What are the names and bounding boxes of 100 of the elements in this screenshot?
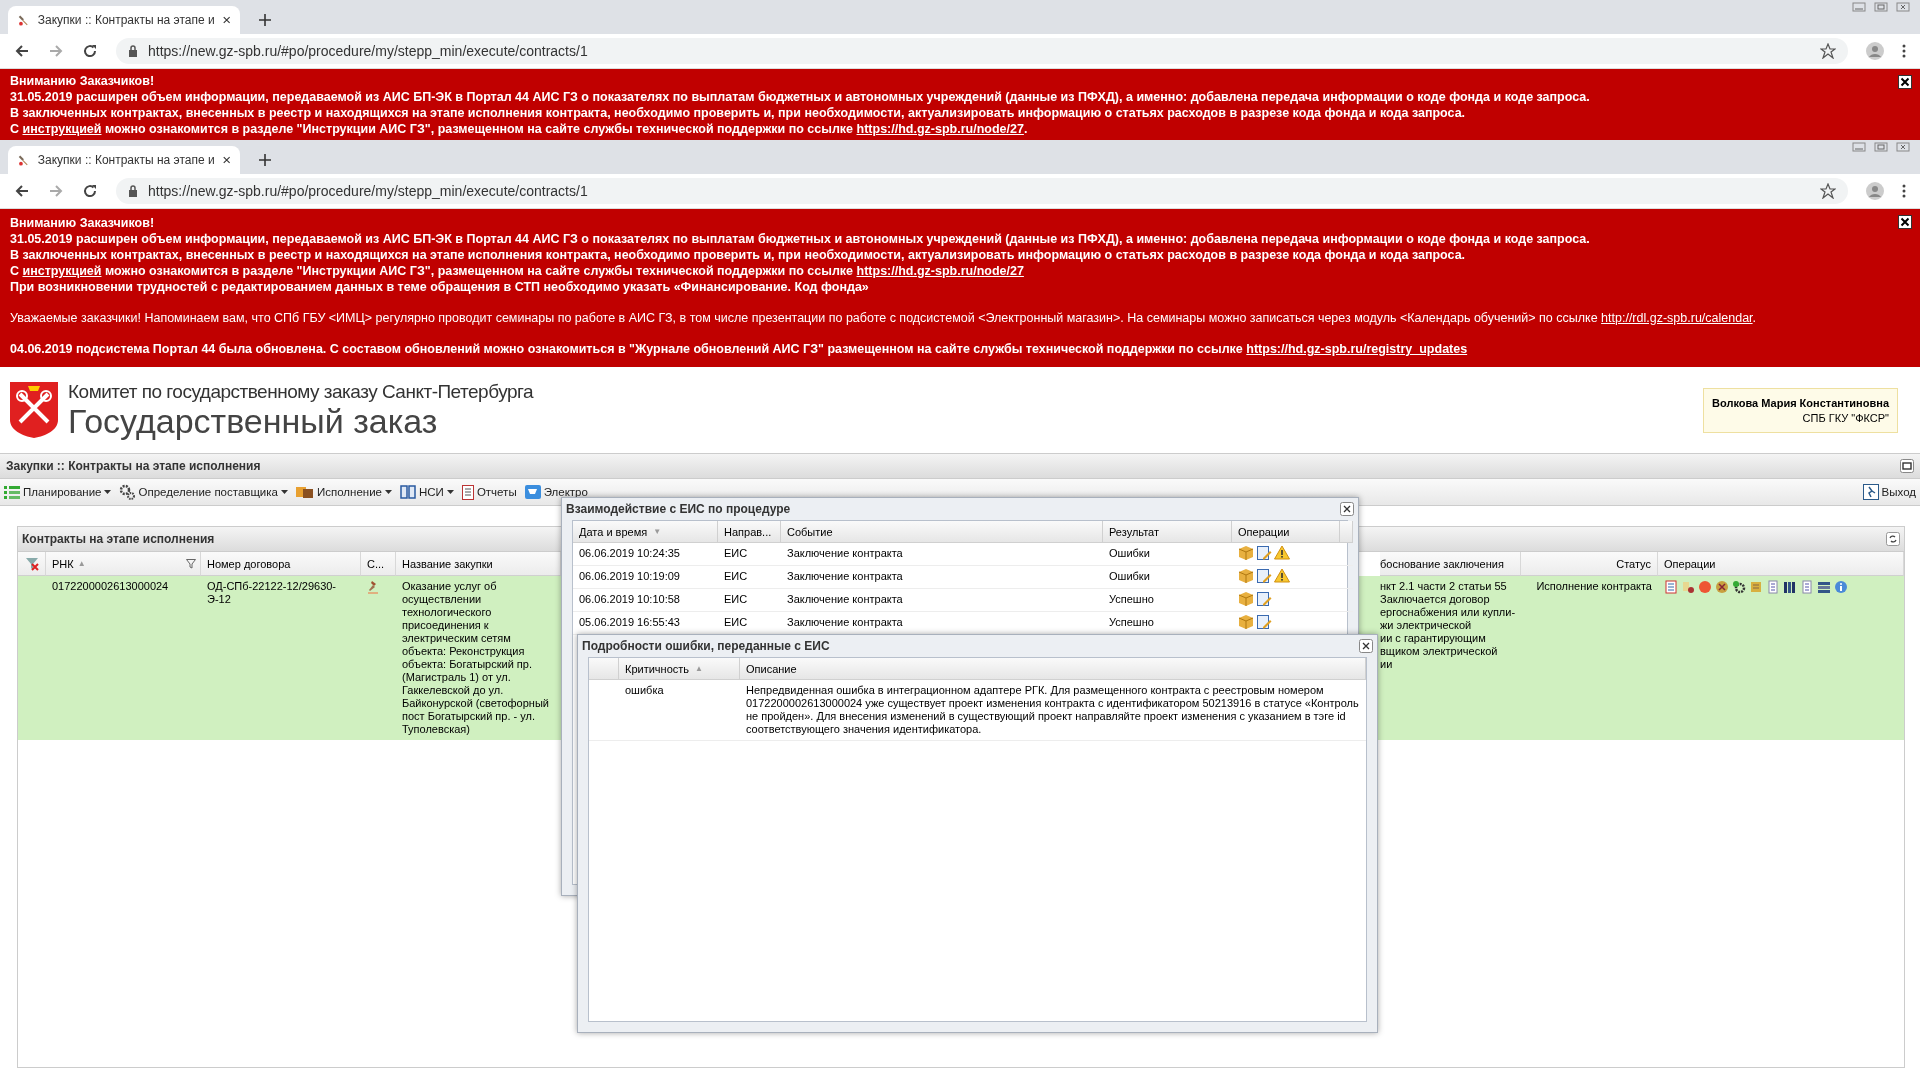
- warning-icon[interactable]: [1274, 568, 1290, 583]
- table-cell: Заключение контракта: [787, 547, 903, 559]
- maximize-icon[interactable]: [1900, 459, 1914, 473]
- column-header[interactable]: Направ...: [718, 521, 781, 543]
- address-field[interactable]: https://new.gz-spb.ru/#po/procedure/my/stepp_min/execute/contracts/1: [116, 178, 1848, 204]
- column-header[interactable]: Операции: [1232, 521, 1340, 543]
- column-header[interactable]: РНК ▲: [46, 552, 201, 576]
- column-header[interactable]: Номер договора: [201, 552, 361, 576]
- close-icon[interactable]: [222, 15, 230, 25]
- notice-text: Уважаемые заказчики! Напоминаем вам, что СПб ГБУ <ИМЦ> регулярно проводит семинары по работе в АИС ГЗ, в том числе презентации по работе с подсистемой <Электронный магазин>. На семинары можно записаться через модуль <Календарь обучений> по ссылке http://rdl.gz-spb.ru/calendar.: [10, 310, 1758, 326]
- stamp-icon[interactable]: [1681, 580, 1695, 594]
- table-cell: 05.06.2019 16:55:43: [579, 616, 680, 628]
- table-cell: ЕИС: [724, 570, 748, 582]
- column-header[interactable]: Описание: [740, 658, 1366, 680]
- edit-icon[interactable]: [1256, 591, 1272, 607]
- table-cell: 06.06.2019 10:10:58: [579, 593, 680, 605]
- address-field[interactable]: https://new.gz-spb.ru/#po/procedure/my/stepp_min/execute/contracts/1: [116, 38, 1848, 64]
- menu-icon[interactable]: [1902, 44, 1906, 58]
- close-icon[interactable]: [222, 155, 230, 165]
- table-cell: Успешно: [1109, 593, 1154, 605]
- sort-icon: ▲: [695, 664, 703, 673]
- edit-icon[interactable]: [1256, 614, 1272, 630]
- emblem-icon[interactable]: [1715, 580, 1729, 594]
- star-icon[interactable]: [1820, 43, 1836, 59]
- reload-icon[interactable]: [82, 183, 98, 199]
- menu-button[interactable]: Исполнение: [296, 485, 392, 499]
- column-header[interactable]: С...: [361, 552, 396, 576]
- column-title: С...: [367, 557, 385, 570]
- browser-tab[interactable]: Закупки :: Контракты на этапе и: [8, 6, 240, 34]
- link[interactable]: http://rdl.gz-spb.ru/calendar: [1601, 311, 1753, 325]
- new-tab-icon[interactable]: [258, 13, 272, 27]
- document-icon[interactable]: [1664, 580, 1678, 594]
- link[interactable]: инструкцией: [22, 122, 102, 136]
- info-icon[interactable]: [1834, 580, 1848, 594]
- column-header[interactable]: Результат: [1103, 521, 1232, 543]
- column-header[interactable]: Операции: [1658, 552, 1904, 576]
- box-icon[interactable]: [1238, 545, 1254, 561]
- new-tab-icon[interactable]: [258, 153, 272, 167]
- back-icon[interactable]: [14, 43, 30, 59]
- profile-icon[interactable]: [1866, 42, 1884, 60]
- table-cell: 06.06.2019 10:19:09: [579, 570, 680, 582]
- organization-name: Комитет по государственному заказу Санкт-Петербурга: [68, 381, 534, 403]
- column-header[interactable]: Событие: [781, 521, 1103, 543]
- clear-filter-icon[interactable]: [24, 556, 39, 571]
- user-organization: СПБ ГКУ "ФКСР": [1802, 411, 1889, 424]
- notice-text: Вниманию Заказчиков!: [10, 215, 156, 231]
- maximize-icon[interactable]: [1874, 142, 1888, 152]
- refresh-icon[interactable]: [1886, 532, 1900, 546]
- table-cell: 0172200002613000024: [52, 580, 169, 592]
- menu-button[interactable]: Планирование: [4, 485, 112, 499]
- star-icon[interactable]: [1820, 183, 1836, 199]
- box-icon[interactable]: [1238, 614, 1254, 630]
- table-cell: Заключение контракта: [787, 593, 903, 605]
- hammer-icon: [367, 580, 381, 594]
- list-icon: [4, 485, 20, 499]
- column-header[interactable]: Статус: [1521, 552, 1658, 576]
- notice-text: С инструкцией можно ознакомится в разделе "Инструкции АИС ГЗ", размещенном на сайте службы технической поддержки по ссылке https://hd.gz-spb.ru/node/27.: [10, 121, 1029, 137]
- box-icon[interactable]: [1238, 591, 1254, 607]
- exit-icon: [1862, 484, 1879, 500]
- tray-icon[interactable]: [1817, 580, 1831, 594]
- column-title: боснование заключения: [1380, 557, 1504, 570]
- column-header[interactable]: боснование заключения: [1380, 552, 1521, 576]
- column-header[interactable]: Критичность ▲: [619, 658, 740, 680]
- warning-icon[interactable]: [1274, 545, 1290, 560]
- table-cell: ОД-СПб-22122-12/29630-Э-12: [207, 580, 337, 605]
- menu-icon[interactable]: [1902, 184, 1906, 198]
- edit-icon[interactable]: [1256, 568, 1272, 584]
- dialog-title: Взаимодействие с ЕИС по процедуре: [566, 502, 791, 516]
- column-header[interactable]: Название закупки: [396, 552, 561, 576]
- user-name: Волкова Мария Константиновна: [1712, 396, 1889, 409]
- close-icon[interactable]: [1898, 215, 1912, 229]
- table-cell: Заключение контракта: [787, 570, 903, 582]
- exit-button[interactable]: Выход: [1862, 484, 1916, 500]
- profile-icon[interactable]: [1866, 182, 1884, 200]
- box-icon[interactable]: [1238, 568, 1254, 584]
- menu-button[interactable]: Электро: [524, 485, 588, 499]
- close-icon[interactable]: [1340, 502, 1354, 516]
- link[interactable]: инструкцией: [22, 264, 102, 278]
- column-title: Результат: [1109, 525, 1160, 538]
- menu-button[interactable]: Отчеты: [461, 484, 517, 500]
- close-icon[interactable]: [1359, 639, 1373, 653]
- close-icon[interactable]: [1898, 75, 1912, 89]
- books-icon[interactable]: [1783, 580, 1797, 594]
- table-cell: ЕИС: [724, 616, 748, 628]
- column-header[interactable]: Дата и время ▼: [573, 521, 718, 543]
- back-icon[interactable]: [14, 183, 30, 199]
- menu-button[interactable]: НСИ: [400, 485, 454, 499]
- link[interactable]: https://hd.gz-spb.ru/node/27: [856, 264, 1024, 278]
- edit-icon[interactable]: [1256, 545, 1272, 561]
- table-cell: Ошибки: [1109, 547, 1150, 559]
- emblem-logo: [8, 380, 60, 440]
- link[interactable]: https://hd.gz-spb.ru/node/27: [856, 122, 1024, 136]
- link[interactable]: https://hd.gz-spb.ru/registry_updates: [1246, 342, 1468, 356]
- gear-icon[interactable]: [1732, 580, 1746, 594]
- menu-button[interactable]: Определение поставщика: [119, 484, 288, 500]
- filter-icon[interactable]: [186, 558, 196, 569]
- table-cell: Успешно: [1109, 616, 1154, 628]
- reload-icon[interactable]: [82, 43, 98, 59]
- maximize-icon[interactable]: [1874, 2, 1888, 12]
- browser-tab[interactable]: Закупки :: Контракты на этапе и: [8, 146, 240, 174]
